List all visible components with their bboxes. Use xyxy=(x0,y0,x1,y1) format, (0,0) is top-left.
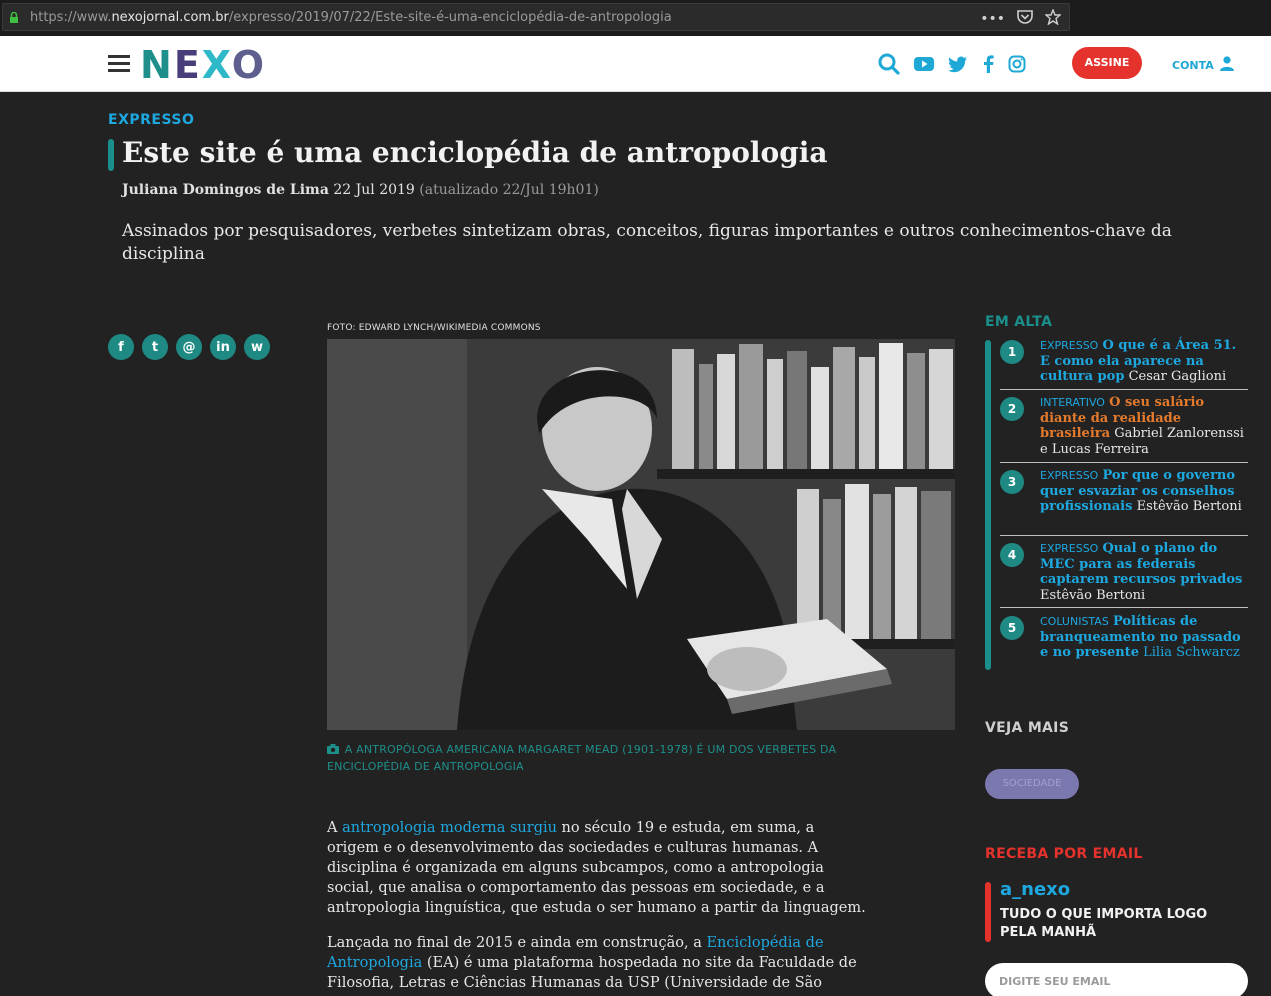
veja-mais-heading: VEJA MAIS xyxy=(985,720,1070,736)
photo-caption: A ANTROPÓLOGA AMERICANA MARGARET MEAD (1… xyxy=(327,743,837,773)
body-paragraph-2: Lançada no final de 2015 e ainda em cons… xyxy=(327,935,857,991)
section-tag[interactable]: EXPRESSO xyxy=(108,112,194,128)
link-antropologia-moderna[interactable]: antropologia moderna surgiu xyxy=(342,820,557,836)
pocket-icon[interactable] xyxy=(1017,10,1033,28)
publish-date: 22 Jul 2019 xyxy=(333,182,415,198)
article-photo xyxy=(327,339,955,730)
em-alta-heading: EM ALTA xyxy=(985,314,1053,330)
account-link[interactable]: CONTA xyxy=(1172,56,1234,74)
url-text: https://www.nexojornal.com.br/expresso/2… xyxy=(30,10,672,25)
rank-number: 2 xyxy=(1000,397,1024,421)
newsletter-tagline: TUDO O QUE IMPORTA LOGO PELA MANHÃ xyxy=(1000,907,1208,940)
site-header: NEXO ASSINE CONTA xyxy=(0,36,1271,92)
user-icon xyxy=(1219,56,1234,74)
address-bar[interactable]: https://www.nexojornal.com.br/expresso/2… xyxy=(2,3,1070,31)
tag-sociedade[interactable]: SOCIEDADE xyxy=(985,769,1079,799)
nexo-logo[interactable]: NEXO xyxy=(140,46,266,84)
article-lead: Assinados por pesquisadores, verbetes si… xyxy=(122,221,1172,264)
byline: Juliana Domingos de Lima 22 Jul 2019 (at… xyxy=(122,182,599,198)
rank-number: 1 xyxy=(1000,340,1024,364)
youtube-icon[interactable] xyxy=(914,56,934,72)
divider xyxy=(1000,535,1248,536)
divider xyxy=(1000,607,1248,608)
divider xyxy=(1000,389,1248,390)
body-paragraph-1: A antropologia moderna surgiu no século … xyxy=(327,820,866,916)
menu-icon[interactable] xyxy=(108,55,130,73)
instagram-icon[interactable] xyxy=(1008,55,1026,73)
title-accent-bar xyxy=(108,139,114,171)
more-actions-icon[interactable]: ••• xyxy=(980,11,1005,27)
lock-icon xyxy=(10,12,18,23)
em-alta-accent-bar xyxy=(985,340,991,670)
a-nexo-logo: a_nexo xyxy=(1000,879,1071,900)
subscribe-button[interactable]: ASSINE xyxy=(1072,47,1142,79)
rank-number: 5 xyxy=(1000,616,1024,640)
camera-icon xyxy=(327,744,339,754)
share-whatsapp-button[interactable]: w xyxy=(244,334,270,360)
updated-date: (atualizado 22/Jul 19h01) xyxy=(419,182,599,198)
photo-credit: FOTO: EDWARD LYNCH/WIKIMEDIA COMMONS xyxy=(327,323,541,333)
rank-number: 3 xyxy=(1000,470,1024,494)
share-facebook-button[interactable]: f xyxy=(108,334,134,360)
account-label: CONTA xyxy=(1172,58,1214,72)
newsletter-accent-bar xyxy=(985,882,991,942)
search-icon[interactable] xyxy=(878,53,900,75)
bookmark-star-icon[interactable] xyxy=(1044,8,1062,29)
facebook-icon[interactable] xyxy=(982,55,994,73)
divider xyxy=(1000,462,1248,463)
rank-number: 4 xyxy=(1000,543,1024,567)
email-input[interactable] xyxy=(985,963,1248,996)
twitter-icon[interactable] xyxy=(948,56,968,73)
newsletter-heading: RECEBA POR EMAIL xyxy=(985,846,1143,862)
article-title: Este site é uma enciclopédia de antropol… xyxy=(122,136,828,169)
share-buttons: f t @ in w xyxy=(108,334,270,360)
share-linkedin-button[interactable]: in xyxy=(210,334,236,360)
share-twitter-button[interactable]: t xyxy=(142,334,168,360)
author-name[interactable]: Juliana Domingos de Lima xyxy=(122,182,329,198)
share-email-button[interactable]: @ xyxy=(176,334,202,360)
browser-toolbar: https://www.nexojornal.com.br/expresso/2… xyxy=(0,0,1271,36)
